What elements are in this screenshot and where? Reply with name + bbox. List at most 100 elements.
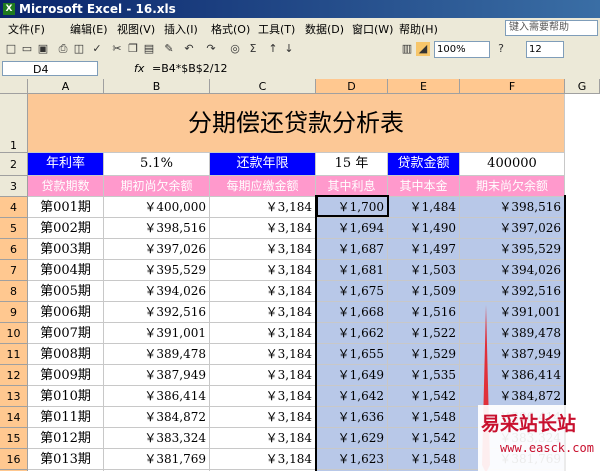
- sort-descending-icon[interactable]: ↓: [282, 42, 296, 56]
- table-cell[interactable]: ￥394,026: [460, 260, 565, 281]
- table-cell[interactable]: 第010期: [28, 386, 104, 407]
- select-all-corner[interactable]: [0, 79, 28, 94]
- loan-label[interactable]: 贷款金额: [388, 153, 460, 176]
- menu-data[interactable]: 数据(D): [305, 21, 344, 37]
- column-title[interactable]: 贷款期数: [28, 176, 104, 197]
- row-header-3[interactable]: 3: [0, 176, 28, 197]
- table-cell[interactable]: ￥1,700: [316, 197, 388, 218]
- table-cell[interactable]: ￥391,001: [460, 302, 565, 323]
- copy-icon[interactable]: ❐: [126, 42, 140, 56]
- table-cell[interactable]: ￥1,490: [388, 218, 460, 239]
- help-search-input[interactable]: 键入需要帮助: [505, 20, 598, 36]
- new-icon[interactable]: □: [4, 42, 18, 56]
- menu-format[interactable]: 格式(O): [211, 21, 250, 37]
- cut-icon[interactable]: ✂: [110, 42, 124, 56]
- column-title[interactable]: 其中本金: [388, 176, 460, 197]
- column-header-d[interactable]: D: [316, 79, 388, 94]
- table-cell[interactable]: ￥398,516: [104, 218, 210, 239]
- table-cell[interactable]: ￥1,497: [388, 239, 460, 260]
- row-header-13[interactable]: 13: [0, 386, 28, 407]
- table-cell[interactable]: 第012期: [28, 428, 104, 449]
- table-cell[interactable]: ￥1,529: [388, 344, 460, 365]
- table-cell[interactable]: ￥1,542: [388, 428, 460, 449]
- years-label[interactable]: 还款年限: [210, 153, 316, 176]
- table-cell[interactable]: ￥1,503: [388, 260, 460, 281]
- menu-tools[interactable]: 工具(T): [258, 21, 295, 37]
- row-header-2[interactable]: 2: [0, 153, 28, 176]
- menu-edit[interactable]: 编辑(E): [70, 21, 108, 37]
- undo-icon[interactable]: ↶: [182, 42, 196, 56]
- menu-window[interactable]: 窗口(W): [352, 21, 393, 37]
- row-header-12[interactable]: 12: [0, 365, 28, 386]
- table-cell[interactable]: 第005期: [28, 281, 104, 302]
- menu-insert[interactable]: 插入(I): [164, 21, 198, 37]
- row-header-14[interactable]: 14: [0, 407, 28, 428]
- table-cell[interactable]: ￥1,535: [388, 365, 460, 386]
- table-cell[interactable]: ￥3,184: [210, 386, 316, 407]
- table-cell[interactable]: ￥3,184: [210, 239, 316, 260]
- loan-value[interactable]: 400000: [460, 153, 565, 176]
- row-header-11[interactable]: 11: [0, 344, 28, 365]
- print-icon[interactable]: ⎙: [56, 42, 70, 56]
- drawing-icon[interactable]: ◢: [416, 42, 430, 56]
- table-cell[interactable]: ￥1,668: [316, 302, 388, 323]
- table-cell[interactable]: ￥384,872: [460, 386, 565, 407]
- row-header-1[interactable]: 1: [0, 94, 28, 153]
- spelling-icon[interactable]: ✓: [90, 42, 104, 56]
- table-cell[interactable]: ￥1,548: [388, 407, 460, 428]
- table-cell[interactable]: ￥383,324: [104, 428, 210, 449]
- column-header-f[interactable]: F: [460, 79, 565, 94]
- table-cell[interactable]: ￥1,662: [316, 323, 388, 344]
- table-cell[interactable]: ￥384,872: [104, 407, 210, 428]
- years-value[interactable]: 15 年: [316, 153, 388, 176]
- row-header-15[interactable]: 15: [0, 428, 28, 449]
- table-cell[interactable]: ￥1,522: [388, 323, 460, 344]
- hyperlink-icon[interactable]: ◎: [228, 42, 242, 56]
- table-cell[interactable]: ￥1,649: [316, 365, 388, 386]
- table-cell[interactable]: ￥392,516: [104, 302, 210, 323]
- table-cell[interactable]: ￥3,184: [210, 407, 316, 428]
- rate-value[interactable]: 5.1%: [104, 153, 210, 176]
- table-cell[interactable]: ￥397,026: [460, 218, 565, 239]
- print-preview-icon[interactable]: ◫: [72, 42, 86, 56]
- table-cell[interactable]: 第009期: [28, 365, 104, 386]
- table-cell[interactable]: ￥398,516: [460, 197, 565, 218]
- table-cell[interactable]: ￥3,184: [210, 281, 316, 302]
- open-icon[interactable]: ▭: [20, 42, 34, 56]
- table-cell[interactable]: ￥1,484: [388, 197, 460, 218]
- row-header-8[interactable]: 8: [0, 281, 28, 302]
- table-cell[interactable]: ￥389,478: [104, 344, 210, 365]
- save-icon[interactable]: ▣: [36, 42, 50, 56]
- redo-icon[interactable]: ↷: [204, 42, 218, 56]
- row-header-16[interactable]: 16: [0, 449, 28, 470]
- sheet-title[interactable]: 分期偿还贷款分析表: [28, 94, 565, 153]
- table-cell[interactable]: 第007期: [28, 323, 104, 344]
- table-cell[interactable]: ￥3,184: [210, 449, 316, 470]
- row-header-4[interactable]: 4: [0, 197, 28, 218]
- table-cell[interactable]: ￥1,642: [316, 386, 388, 407]
- help-icon[interactable]: ?: [494, 42, 508, 56]
- table-cell[interactable]: 第002期: [28, 218, 104, 239]
- table-cell[interactable]: ￥1,694: [316, 218, 388, 239]
- column-header-a[interactable]: A: [28, 79, 104, 94]
- table-cell[interactable]: ￥381,769: [104, 449, 210, 470]
- font-size-select[interactable]: 12: [526, 41, 564, 58]
- table-cell[interactable]: ￥1,516: [388, 302, 460, 323]
- table-cell[interactable]: ￥1,542: [388, 386, 460, 407]
- column-header-e[interactable]: E: [388, 79, 460, 94]
- menu-view[interactable]: 视图(V): [117, 21, 155, 37]
- table-cell[interactable]: ￥395,529: [460, 239, 565, 260]
- format-painter-icon[interactable]: ✎: [162, 42, 176, 56]
- row-header-7[interactable]: 7: [0, 260, 28, 281]
- table-cell[interactable]: ￥3,184: [210, 218, 316, 239]
- table-cell[interactable]: 第003期: [28, 239, 104, 260]
- column-title[interactable]: 期初尚欠余额: [104, 176, 210, 197]
- table-cell[interactable]: ￥397,026: [104, 239, 210, 260]
- formula-input[interactable]: =B4*$B$2/12: [152, 62, 228, 75]
- chart-wizard-icon[interactable]: ▥: [400, 42, 414, 56]
- table-cell[interactable]: ￥386,414: [104, 386, 210, 407]
- autosum-icon[interactable]: Σ: [246, 42, 260, 56]
- sort-ascending-icon[interactable]: ↑: [266, 42, 280, 56]
- table-cell[interactable]: ￥1,655: [316, 344, 388, 365]
- name-box[interactable]: D4: [2, 61, 98, 76]
